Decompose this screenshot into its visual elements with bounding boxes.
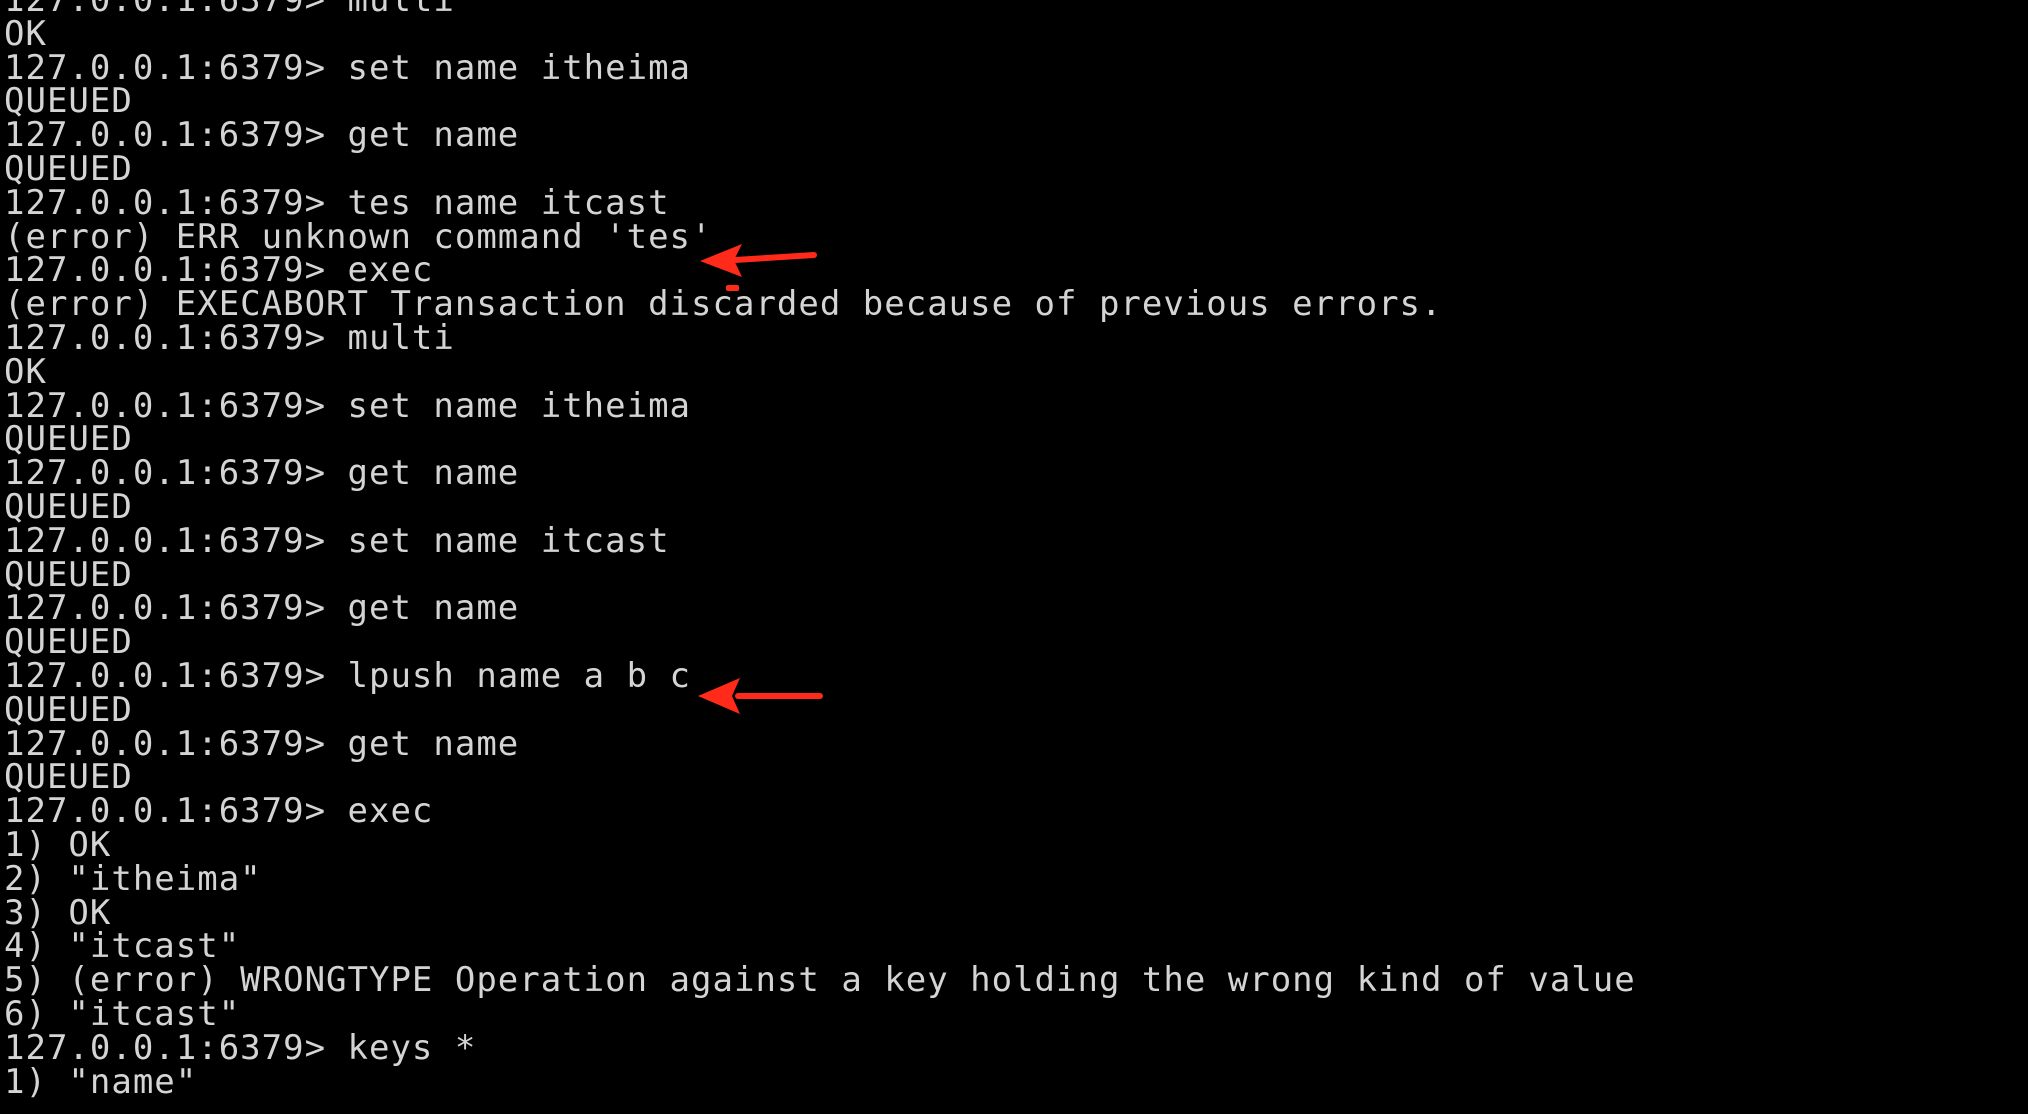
terminal-line: QUEUED (4, 148, 133, 189)
terminal-line: 127.0.0.1:6379> exec (4, 791, 434, 832)
terminal-line: QUEUED (4, 757, 133, 798)
terminal-line: QUEUED (4, 622, 133, 663)
terminal-line: (error) ERR unknown command 'tes' (4, 216, 713, 257)
terminal-line: 127.0.0.1:6379> set name itheima (4, 385, 692, 426)
terminal-line: 127.0.0.1:6379> get name (4, 588, 520, 629)
terminal-line: OK (4, 13, 47, 54)
terminal-line: 127.0.0.1:6379> exec (4, 250, 434, 291)
terminal-line: 4) "itcast" (4, 926, 241, 967)
terminal-line: QUEUED (4, 554, 133, 595)
terminal-line: 127.0.0.1:6379> keys * (4, 1027, 477, 1068)
terminal-line: QUEUED (4, 486, 133, 527)
terminal-window[interactable]: 127.0.0.1:6379> multi OK 127.0.0.1:6379>… (0, 0, 2028, 1114)
terminal-line: 1) "name" (4, 1061, 198, 1102)
terminal-line: 1) OK (4, 824, 112, 865)
terminal-line: 127.0.0.1:6379> get name (4, 723, 520, 764)
terminal-line: 127.0.0.1:6379> set name itheima (4, 47, 692, 88)
terminal-line: QUEUED (4, 419, 133, 460)
terminal-line: 3) OK (4, 892, 112, 933)
terminal-line: 6) "itcast" (4, 993, 241, 1034)
terminal-output: 127.0.0.1:6379> multi OK 127.0.0.1:6379>… (4, 0, 1636, 1099)
terminal-line: 127.0.0.1:6379> multi (4, 0, 455, 20)
terminal-line: 127.0.0.1:6379> lpush name a b c (4, 655, 692, 696)
terminal-line: (error) EXECABORT Transaction discarded … (4, 284, 1443, 325)
terminal-line: QUEUED (4, 689, 133, 730)
terminal-line: 127.0.0.1:6379> get name (4, 453, 520, 494)
terminal-line: 127.0.0.1:6379> set name itcast (4, 520, 670, 561)
terminal-line: 5) (error) WRONGTYPE Operation against a… (4, 960, 1636, 1001)
terminal-line: QUEUED (4, 81, 133, 122)
terminal-line: 127.0.0.1:6379> tes name itcast (4, 182, 670, 223)
terminal-line: 127.0.0.1:6379> get name (4, 115, 520, 156)
terminal-line: 127.0.0.1:6379> multi (4, 317, 455, 358)
terminal-line: 2) "itheima" (4, 858, 262, 899)
terminal-line: OK (4, 351, 47, 392)
